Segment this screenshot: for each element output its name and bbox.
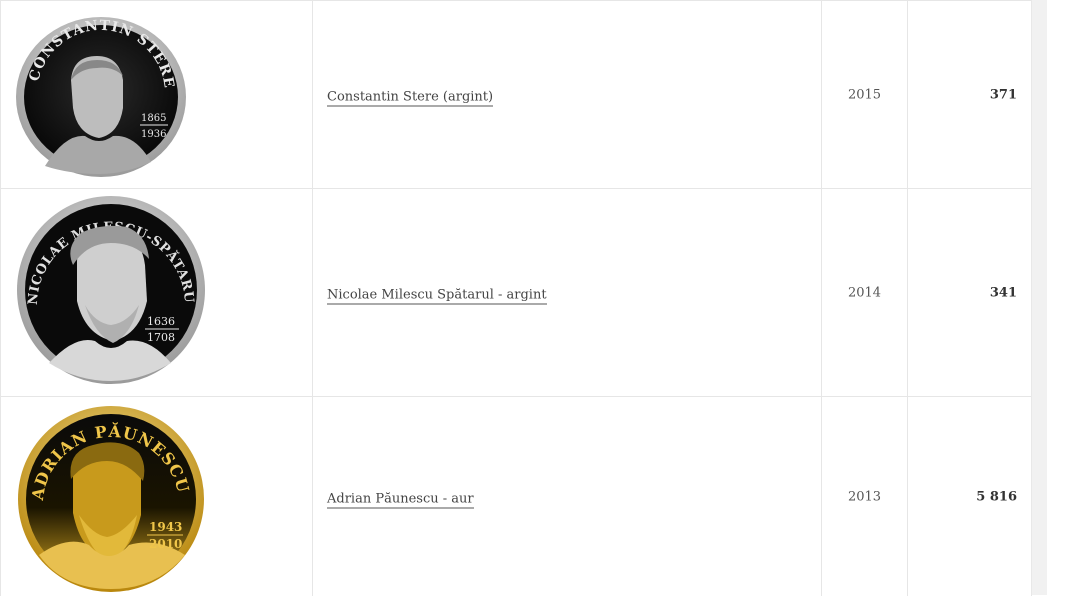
price-value: 371: [989, 87, 1017, 102]
svg-text:1708: 1708: [147, 331, 175, 344]
coin-image-adrian-paunescu[interactable]: ADRIAN PĂUNESCU 1943 2010: [17, 405, 205, 593]
svg-text:1636: 1636: [147, 315, 175, 328]
vertical-scrollbar[interactable]: [1031, 0, 1047, 595]
name-cell: Constantin Stere (argint): [313, 1, 822, 188]
name-cell: Nicolae Milescu Spătarul - argint: [313, 189, 822, 396]
svg-text:1936: 1936: [141, 129, 166, 140]
price-value: 5 816: [976, 489, 1017, 504]
name-cell: Adrian Păunescu - aur: [313, 397, 822, 596]
table-row: CONSTANTIN STERE 1865 1936 Constantin St…: [1, 0, 1032, 188]
coins-table: CONSTANTIN STERE 1865 1936 Constantin St…: [0, 0, 1032, 596]
year-cell: 2014: [822, 189, 908, 396]
svg-text:1943: 1943: [149, 520, 182, 534]
price-value: 341: [989, 285, 1017, 300]
year-cell: 2013: [822, 397, 908, 596]
price-cell: 371: [908, 1, 1032, 188]
year-value: 2013: [847, 489, 882, 504]
coin-image-cell: ADRIAN PĂUNESCU 1943 2010: [1, 397, 313, 596]
coin-image-cell: CONSTANTIN STERE 1865 1936: [1, 1, 313, 188]
year-value: 2014: [847, 285, 882, 300]
svg-text:2010: 2010: [149, 537, 182, 551]
price-cell: 341: [908, 189, 1032, 396]
coin-image-cell: NICOLAE MILESCU-SPĂTARUL 1636 1708: [1, 189, 313, 396]
price-cell: 5 816: [908, 397, 1032, 596]
coin-image-constantin-stere[interactable]: CONSTANTIN STERE 1865 1936: [15, 16, 187, 178]
coin-image-nicolae-milescu[interactable]: NICOLAE MILESCU-SPĂTARUL 1636 1708: [15, 195, 207, 385]
svg-text:1865: 1865: [141, 113, 166, 124]
coin-name-link[interactable]: Nicolae Milescu Spătarul - argint: [327, 287, 547, 304]
year-cell: 2015: [822, 1, 908, 188]
coin-name-link[interactable]: Adrian Păunescu - aur: [327, 491, 474, 508]
table-row: ADRIAN PĂUNESCU 1943 2010 Adrian Păunesc…: [1, 396, 1032, 596]
coin-name-link[interactable]: Constantin Stere (argint): [327, 89, 494, 106]
year-value: 2015: [847, 87, 882, 102]
table-row: NICOLAE MILESCU-SPĂTARUL 1636 1708 Nicol…: [1, 188, 1032, 396]
